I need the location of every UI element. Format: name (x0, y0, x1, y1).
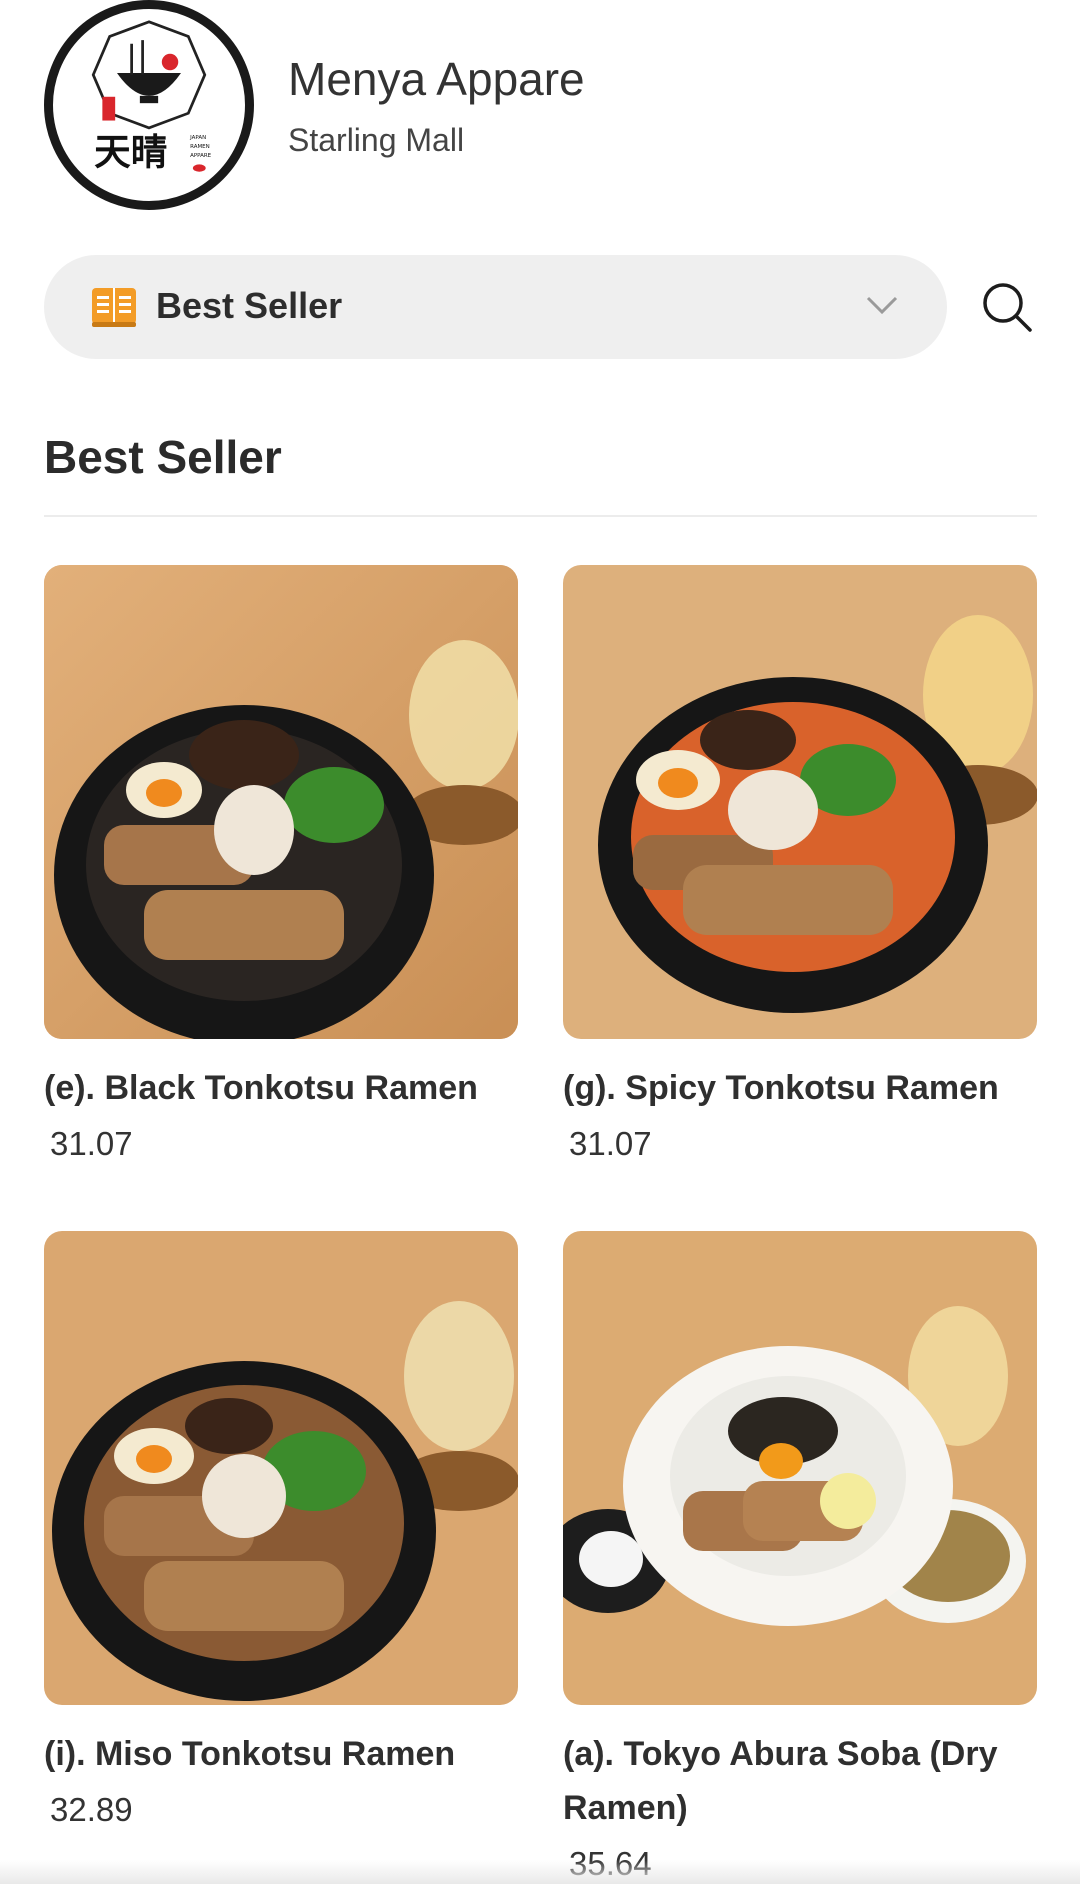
product-image[interactable] (563, 565, 1037, 1039)
svg-text:JAPAN: JAPAN (189, 135, 206, 141)
store-branch: Starling Mall (288, 122, 465, 158)
product-name[interactable]: (e). Black Tonkotsu Ramen (44, 1061, 518, 1115)
product-card[interactable]: (g). Spicy Tonkotsu Ramen 31.07 (563, 565, 1037, 1163)
bottom-edge-shadow (0, 1860, 1080, 1884)
product-image[interactable] (44, 1231, 518, 1705)
product-price: 32.89 (50, 1791, 133, 1828)
store-name: Menya Appare (288, 53, 585, 105)
logo-lettering: 天晴 (94, 130, 167, 173)
product-name[interactable]: (g). Spicy Tonkotsu Ramen (563, 1061, 1037, 1115)
store-logo: 天晴 JAPAN RAMEN APPARE (44, 0, 254, 210)
product-name[interactable]: (i). Miso Tonkotsu Ramen (44, 1727, 518, 1781)
store-header: 天晴 JAPAN RAMEN APPARE Menya Appare Starl… (44, 0, 1044, 210)
product-card[interactable]: (e). Black Tonkotsu Ramen 31.07 (44, 565, 518, 1163)
category-dropdown[interactable]: Best Seller (44, 255, 947, 359)
product-image[interactable] (563, 1231, 1037, 1705)
svg-text:APPARE: APPARE (190, 153, 212, 159)
menu-book-icon (92, 288, 136, 327)
category-selected-label: Best Seller (156, 285, 343, 326)
product-price: 31.07 (50, 1125, 133, 1162)
product-image[interactable] (44, 565, 518, 1039)
chevron-down-icon (866, 296, 898, 315)
product-name[interactable]: (a). Tokyo Abura Soba (Dry Ramen) (563, 1727, 1037, 1835)
product-card[interactable]: (a). Tokyo Abura Soba (Dry Ramen) 35.64 (563, 1231, 1037, 1883)
search-icon[interactable] (980, 280, 1034, 334)
section-title: Best Seller (44, 431, 282, 483)
product-card[interactable]: (i). Miso Tonkotsu Ramen 32.89 (44, 1231, 518, 1829)
product-price: 31.07 (569, 1125, 652, 1162)
section-divider (44, 515, 1037, 517)
svg-text:RAMEN: RAMEN (190, 144, 210, 150)
